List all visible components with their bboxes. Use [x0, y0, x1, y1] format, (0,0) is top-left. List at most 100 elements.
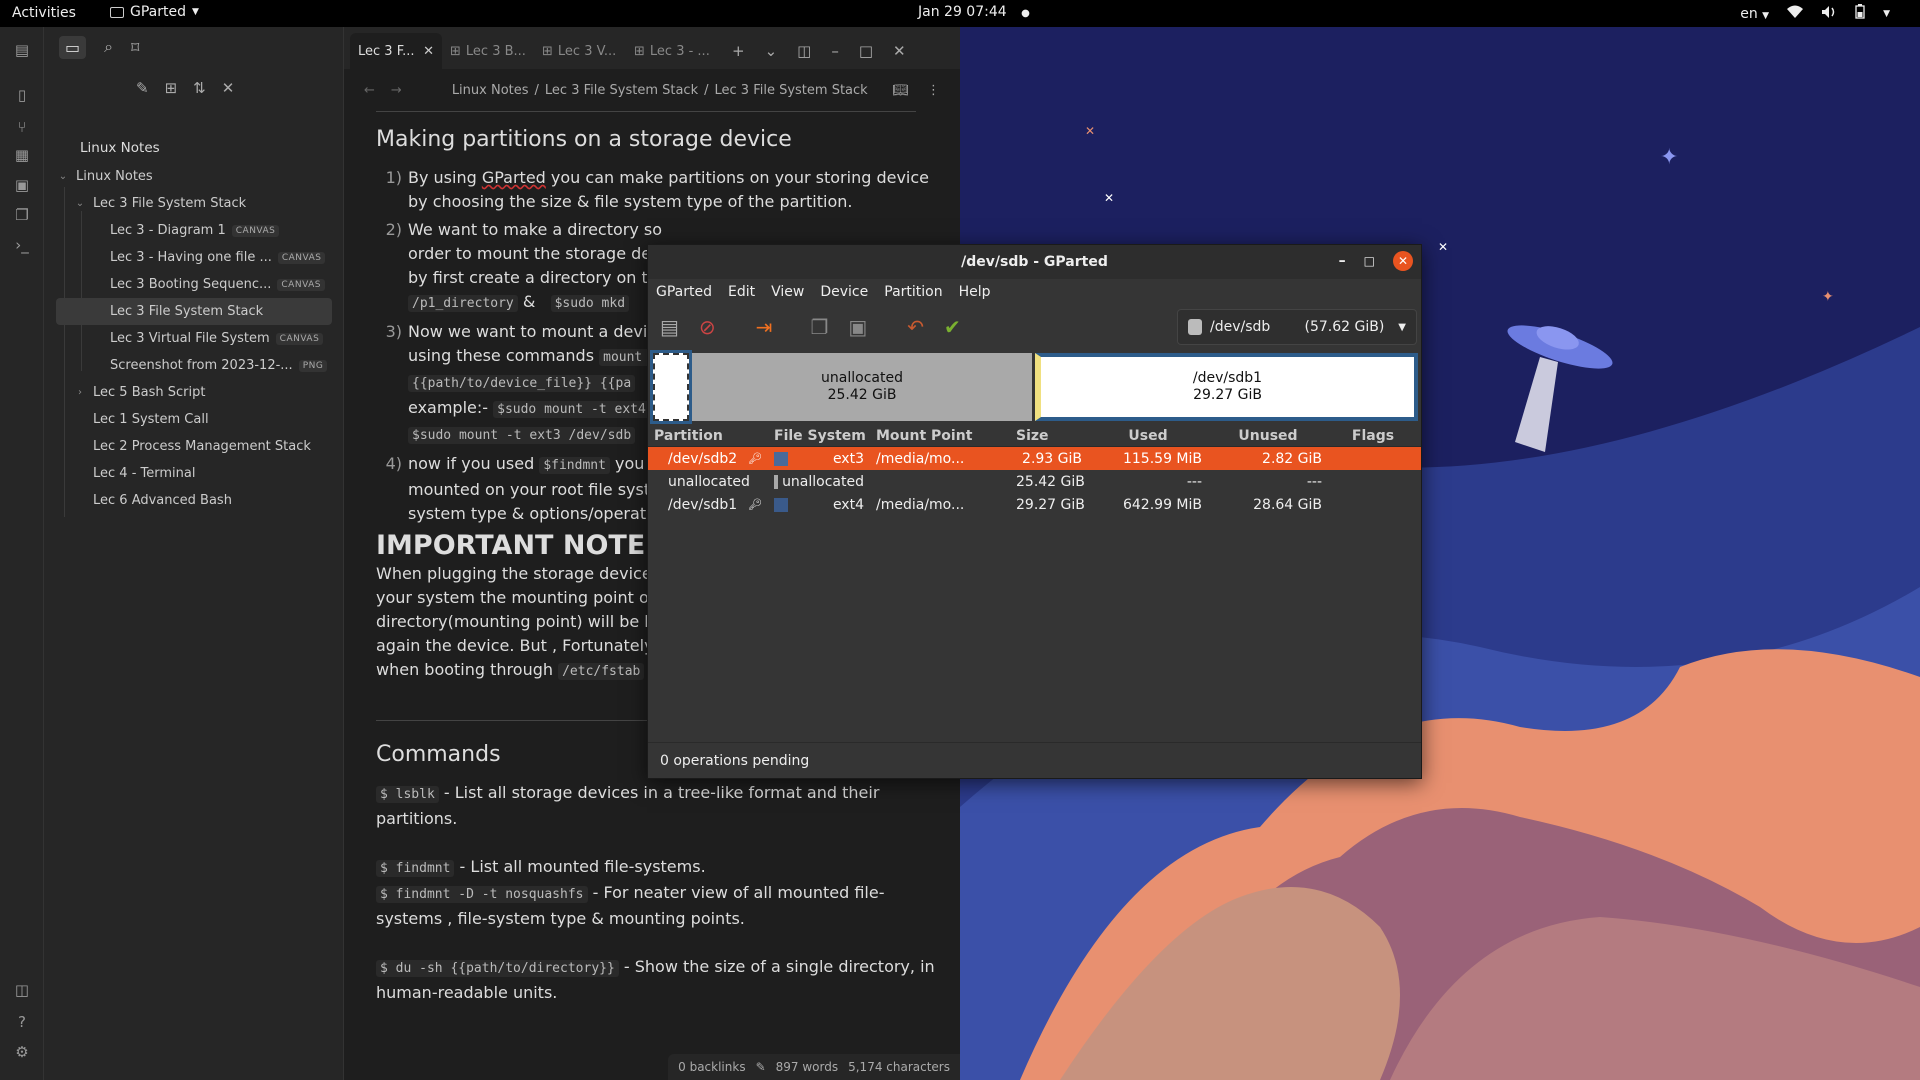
mount-point-cell: /media/mo...: [876, 450, 965, 467]
chevron-down-icon[interactable]: ⌄: [73, 198, 87, 209]
tab-lec3-virtual[interactable]: ⊞ Lec 3 V...: [534, 33, 626, 69]
sidebar-item[interactable]: Screenshot from 2023-12-... PNG: [44, 352, 344, 379]
tab-lec3-diagram[interactable]: ⊞ Lec 3 - ...: [626, 33, 718, 69]
partition-row[interactable]: /dev/sdb1 🔑︎ ext4/media/mo... 29.27 GiB 642.…: [648, 493, 1421, 516]
device-selector[interactable]: /dev/sdb (57.62 GiB) ▼: [1177, 309, 1417, 345]
sidebar-item[interactable]: Lec 1 System Call: [44, 406, 344, 433]
segment-size: 25.42 GiB: [827, 387, 897, 403]
bookmark-icon[interactable]: ⌑: [131, 38, 139, 57]
menu-edit[interactable]: Edit: [728, 284, 755, 300]
help-icon[interactable]: ?: [12, 1012, 32, 1032]
sidebar-item[interactable]: Lec 4 - Terminal: [44, 460, 344, 487]
unused-cell: 2.82 GiB: [1262, 450, 1322, 467]
partition-row[interactable]: unallocated unallocated 25.42 GiB --- ---: [648, 470, 1421, 493]
menu-device[interactable]: Device: [820, 284, 868, 300]
calendar-icon[interactable]: ▣: [12, 175, 32, 195]
minimize-icon[interactable]: –: [831, 42, 839, 60]
sidebar-item[interactable]: ⌄ Lec 3 File System Stack: [44, 190, 344, 217]
sidebar-item[interactable]: ⌄ Linux Notes: [44, 163, 344, 190]
column-header[interactable]: Size: [1010, 428, 1088, 444]
column-header[interactable]: Flags: [1328, 428, 1418, 444]
delete-partition-icon[interactable]: ⊘: [699, 315, 716, 339]
sidebar-item[interactable]: Lec 2 Process Management Stack: [44, 433, 344, 460]
back-icon[interactable]: ←: [364, 83, 375, 98]
sidebar-item-label: Lec 3 File System Stack: [110, 304, 264, 319]
sidebar-item[interactable]: Lec 3 Booting Sequenc... CANVAS: [44, 271, 344, 298]
canvas-icon[interactable]: ▦: [12, 145, 32, 165]
column-header[interactable]: Unused: [1208, 428, 1328, 444]
sidebar-item[interactable]: Lec 3 Virtual File System CANVAS: [44, 325, 344, 352]
undo-icon[interactable]: ↶: [907, 315, 924, 339]
split-view-icon[interactable]: ◫: [797, 42, 811, 60]
canvas-icon: ⊞: [450, 43, 461, 59]
paste-icon[interactable]: ▣: [848, 315, 867, 339]
backlinks-count[interactable]: 0 backlinks: [678, 1060, 745, 1074]
breadcrumb-item[interactable]: Linux Notes: [452, 83, 529, 98]
activities-button[interactable]: Activities: [12, 5, 76, 21]
partition-graph-sdb2[interactable]: [650, 350, 692, 424]
breadcrumb-item[interactable]: Lec 3 File System Stack: [715, 83, 868, 98]
terminal-icon[interactable]: ›_: [12, 235, 32, 255]
vault-name[interactable]: Linux Notes: [80, 140, 160, 156]
sidebar-toggle-icon[interactable]: ▤: [12, 40, 32, 60]
battery-icon[interactable]: [1855, 4, 1865, 23]
vault-switcher-icon[interactable]: ◫: [12, 980, 32, 1000]
reading-view-icon[interactable]: 📖︎: [892, 83, 909, 98]
column-header[interactable]: File System: [768, 428, 870, 444]
tab-lec3-booting[interactable]: ⊞ Lec 3 B...: [442, 33, 534, 69]
sidebar-item[interactable]: Lec 3 - Having one file ... CANVAS: [44, 244, 344, 271]
maximize-icon[interactable]: □: [1364, 254, 1375, 268]
breadcrumb-item[interactable]: Lec 3 File System Stack: [545, 83, 698, 98]
collapse-all-icon[interactable]: ✕: [222, 79, 235, 97]
menu-gparted[interactable]: GParted: [656, 284, 712, 300]
graph-view-icon[interactable]: ⑂: [12, 117, 32, 137]
volume-icon[interactable]: [1821, 5, 1837, 23]
wifi-icon[interactable]: [1787, 5, 1804, 23]
forward-icon[interactable]: →: [391, 83, 402, 98]
settings-icon[interactable]: ⚙: [12, 1042, 32, 1062]
gparted-titlebar[interactable]: /dev/sdb - GParted – □ ✕: [648, 245, 1421, 279]
partition-row[interactable]: /dev/sdb2 🔑︎ ext3/media/mo... 2.93 GiB 115.5…: [648, 447, 1421, 470]
more-options-icon[interactable]: ⋮: [927, 83, 940, 98]
sort-icon[interactable]: ⇅: [193, 79, 206, 97]
maximize-icon[interactable]: □: [859, 42, 873, 60]
files-icon[interactable]: ▭: [59, 35, 87, 59]
partition-graph-sdb1[interactable]: /dev/sdb1 29.27 GiB: [1035, 353, 1418, 421]
apply-icon[interactable]: ✔: [944, 315, 961, 339]
search-icon[interactable]: ⌕: [104, 37, 113, 57]
device-size: (57.62 GiB): [1304, 319, 1385, 335]
app-menu[interactable]: GParted ▼: [110, 4, 199, 20]
language-indicator[interactable]: en ▼: [1740, 6, 1769, 22]
templates-icon[interactable]: ❐: [12, 205, 32, 225]
tab-list-icon[interactable]: ⌄: [765, 42, 778, 60]
system-tray[interactable]: en ▼ ▼: [1740, 4, 1890, 23]
filesystem-cell: ext3: [768, 451, 870, 467]
sidebar-item[interactable]: Lec 6 Advanced Bash: [44, 487, 344, 514]
partition-graph-unallocated[interactable]: unallocated 25.42 GiB: [692, 353, 1032, 421]
menu-help[interactable]: Help: [959, 284, 991, 300]
clock[interactable]: Jan 29 07:44 ●: [918, 4, 1030, 20]
sidebar-item[interactable]: Lec 3 File System Stack: [56, 298, 332, 325]
copy-icon[interactable]: ❐: [810, 315, 828, 339]
resize-move-icon[interactable]: ⇥: [756, 315, 773, 339]
column-header[interactable]: Mount Point: [870, 428, 1010, 444]
new-tab-icon[interactable]: +: [732, 42, 745, 60]
close-icon[interactable]: ✕: [893, 42, 906, 60]
chevron-down-icon[interactable]: ⌄: [56, 171, 70, 182]
new-partition-icon[interactable]: ▤: [660, 315, 679, 339]
edit-icon[interactable]: ✎: [756, 1060, 766, 1074]
new-folder-icon[interactable]: ⊞: [165, 79, 178, 97]
column-header[interactable]: Partition: [648, 428, 768, 444]
new-note-icon[interactable]: ✎: [136, 79, 149, 97]
sidebar-item[interactable]: Lec 3 - Diagram 1 CANVAS: [44, 217, 344, 244]
close-icon[interactable]: ✕: [423, 44, 434, 59]
new-note-icon[interactable]: ▯: [12, 85, 32, 105]
chevron-right-icon[interactable]: ›: [73, 387, 87, 398]
sidebar-item[interactable]: › Lec 5 Bash Script: [44, 379, 344, 406]
close-icon[interactable]: ✕: [1393, 251, 1413, 271]
minimize-icon[interactable]: –: [1339, 253, 1346, 269]
tab-lec3-file-system[interactable]: Lec 3 F... ✕: [350, 33, 442, 69]
column-header[interactable]: Used: [1088, 428, 1208, 444]
menu-view[interactable]: View: [771, 284, 804, 300]
menu-partition[interactable]: Partition: [884, 284, 942, 300]
